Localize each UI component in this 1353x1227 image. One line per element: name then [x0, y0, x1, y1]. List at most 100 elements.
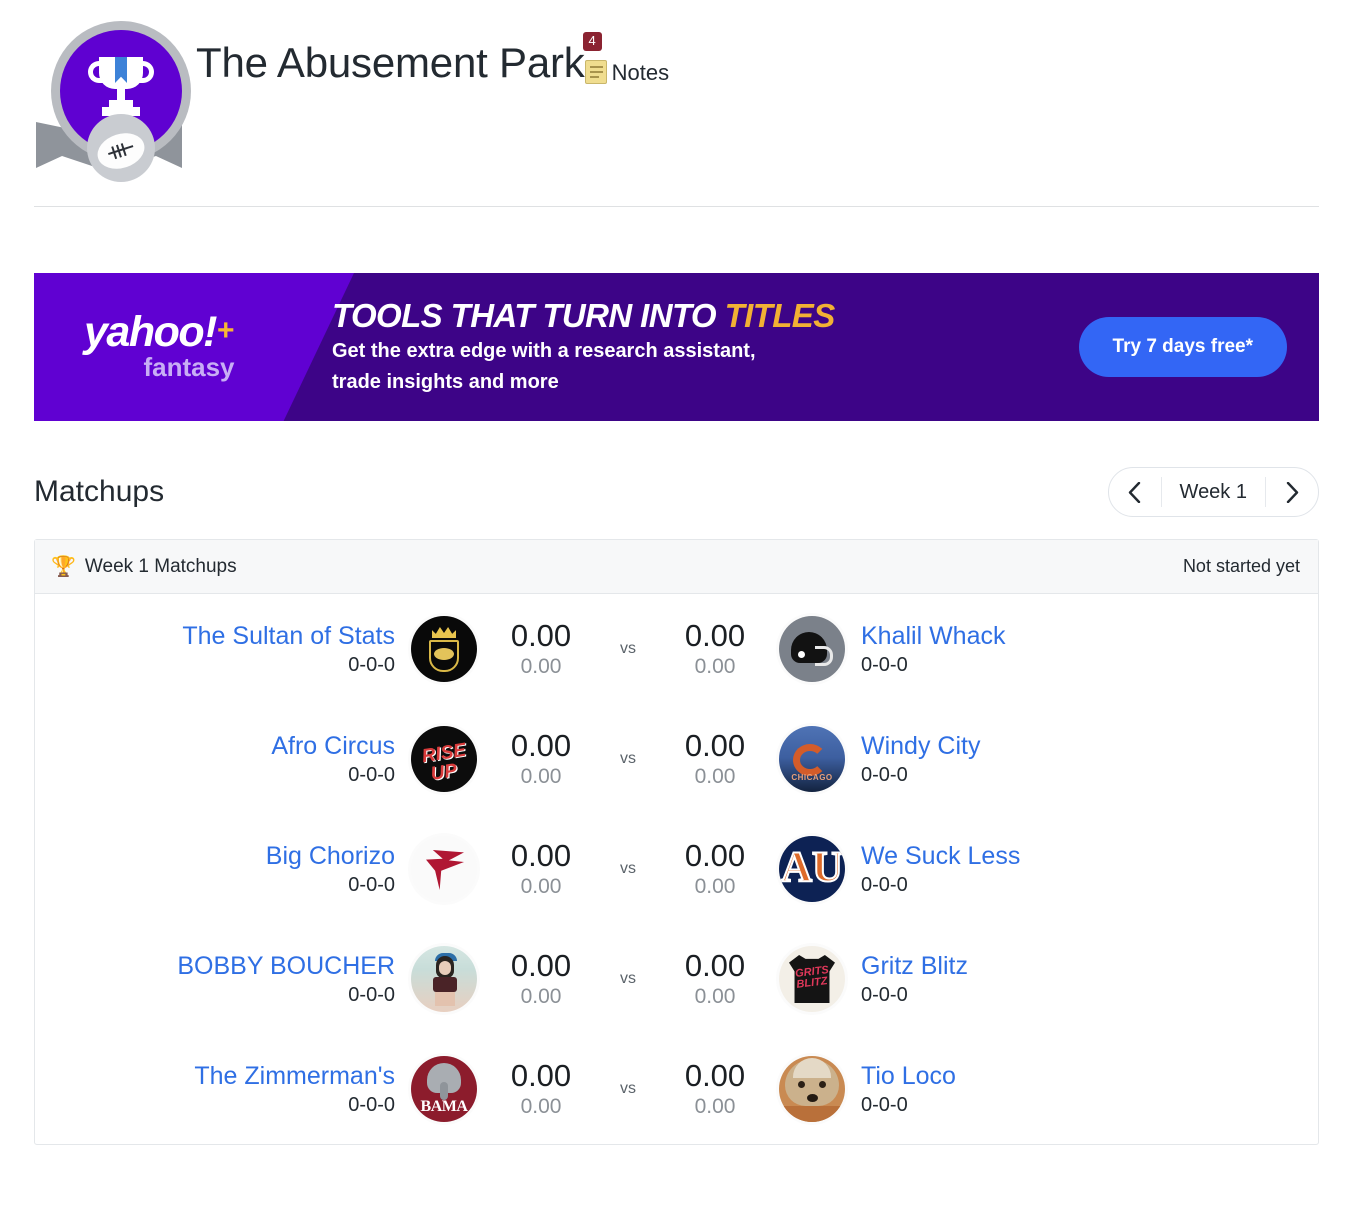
trophy-icon — [88, 57, 154, 119]
face-shape — [439, 961, 451, 975]
matchups-card-header: 🏆 Week 1 Matchups Not started yet — [35, 540, 1318, 594]
person-photo-avatar[interactable] — [411, 946, 477, 1012]
dog-eye-left — [798, 1081, 805, 1088]
table-row: The Sultan of Stats 0-0-0 0.00 0.00 vs 0… — [35, 594, 1318, 704]
bama-text: BAMA — [420, 1098, 468, 1115]
dog-head-top — [793, 1058, 831, 1078]
previous-week-button[interactable] — [1109, 468, 1161, 516]
right-score: 0.00 — [684, 947, 746, 983]
banner-subline-1: Get the extra edge with a research assis… — [332, 340, 756, 363]
right-projected-score: 0.00 — [694, 1095, 736, 1119]
left-score: 0.00 — [510, 947, 572, 983]
matchups-card: 🏆 Week 1 Matchups Not started yet The Su… — [34, 539, 1319, 1145]
alabama-crimson-tide-avatar[interactable]: BAMA — [411, 1056, 477, 1122]
banner-subline-2: trade insights and more — [332, 371, 559, 394]
current-week-label: Week 1 — [1160, 477, 1266, 507]
auburn-tigers-avatar[interactable]: AU — [779, 836, 845, 902]
right-score-column: 0.00 0.00 — [651, 838, 779, 899]
football-helmet-avatar[interactable] — [779, 616, 845, 682]
right-score: 0.00 — [684, 617, 746, 653]
dog-eye-right — [819, 1081, 826, 1088]
right-score: 0.00 — [684, 727, 746, 763]
right-score-column: 0.00 0.00 — [651, 617, 779, 679]
crown-shape — [432, 627, 456, 638]
vs-label: vs — [620, 860, 636, 877]
team-name-link[interactable]: The Zimmerman's — [194, 1061, 395, 1092]
left-score-column: 0.00 0.00 — [477, 727, 605, 789]
notes-label: Notes — [611, 60, 670, 85]
left-projected-score: 0.00 — [520, 765, 562, 789]
right-score-column: 0.00 0.00 — [651, 1057, 779, 1119]
notes-icon — [584, 60, 607, 84]
plus-icon: + — [216, 313, 235, 347]
trophy-badge-icon — [34, 12, 191, 184]
left-projected-score: 0.00 — [520, 1095, 562, 1119]
top-shape — [433, 977, 457, 992]
left-projected-score: 0.00 — [520, 655, 562, 679]
trophy-base-upper — [109, 100, 133, 107]
chevron-right-icon — [1286, 481, 1298, 503]
rise-up-avatar[interactable]: RISE UP — [411, 726, 477, 792]
right-score-column: 0.00 0.00 — [651, 947, 779, 1009]
bears-c-logo — [793, 744, 827, 776]
league-notes-button[interactable]: 4 Notes — [582, 32, 670, 86]
matchup-status-label: Not started yet — [1182, 556, 1300, 576]
right-projected-score: 0.00 — [694, 765, 736, 789]
matchup-left-team: The Zimmerman's 0-0-0 BAMA — [47, 1056, 477, 1122]
right-projected-score: 0.00 — [694, 985, 736, 1009]
yahoo-plus-promo-banner[interactable]: yahoo!+ fantasy TOOLS THAT TURN INTO TIT… — [34, 273, 1319, 421]
matchups-card-title: Week 1 Matchups — [84, 555, 237, 577]
team-record: 0-0-0 — [348, 1094, 395, 1117]
team-name-link[interactable]: The Sultan of Stats — [182, 621, 395, 652]
team-name-link[interactable]: Big Chorizo — [266, 841, 395, 872]
next-week-button[interactable] — [1266, 468, 1318, 516]
vs-label: vs — [620, 970, 636, 987]
team-name-link[interactable]: Khalil Whack — [861, 621, 1006, 652]
banner-headline-accent: TITLES — [724, 296, 836, 334]
matchups-toolbar: Matchups Week 1 — [0, 421, 1353, 517]
league-header: The Abusement Park 4 Notes — [0, 0, 1353, 206]
team-record: 0-0-0 — [348, 874, 395, 897]
notes-count-badge: 4 — [582, 32, 602, 51]
right-score-column: 0.00 0.00 — [651, 727, 779, 789]
team-record: 0-0-0 — [861, 764, 908, 787]
left-projected-score: 0.00 — [520, 985, 562, 1009]
try-free-button[interactable]: Try 7 days free* — [1078, 317, 1287, 377]
dog-photo-avatar[interactable] — [779, 1056, 845, 1122]
grits-blitz-shirt-avatar[interactable]: GRITS BLITZ — [779, 946, 845, 1012]
team-record: 0-0-0 — [861, 874, 908, 897]
team-name-link[interactable]: Afro Circus — [271, 731, 395, 762]
team-record: 0-0-0 — [348, 764, 395, 787]
matchup-right-team: Khalil Whack 0-0-0 — [779, 616, 1209, 682]
sultan-crown-shield-avatar[interactable] — [411, 616, 477, 682]
right-projected-score: 0.00 — [694, 875, 736, 899]
team-record: 0-0-0 — [861, 1094, 908, 1117]
chicago-bears-avatar[interactable]: CHICAGO — [779, 726, 845, 792]
left-score-column: 0.00 0.00 — [477, 837, 605, 899]
auburn-au-text: AU — [780, 844, 844, 891]
banner-headline-main: TOOLS THAT TURN INTO — [332, 296, 725, 334]
right-score: 0.00 — [684, 1057, 746, 1093]
vs-label: vs — [620, 640, 636, 657]
matchup-left-team: BOBBY BOUCHER 0-0-0 — [47, 946, 477, 1012]
left-score: 0.00 — [510, 1057, 572, 1093]
matchups-section-title: Matchups — [34, 475, 165, 508]
team-name-link[interactable]: Tio Loco — [861, 1061, 956, 1092]
football-shape — [434, 648, 454, 660]
page-title: The Abusement Park — [196, 39, 585, 86]
right-projected-score: 0.00 — [694, 655, 736, 679]
team-record: 0-0-0 — [348, 984, 395, 1007]
table-row: Big Chorizo 0-0-0 0.00 0.00 vs 0.00 0.00… — [35, 814, 1318, 924]
left-score: 0.00 — [510, 727, 572, 763]
team-name-link[interactable]: Windy City — [861, 731, 980, 762]
team-name-link[interactable]: We Suck Less — [861, 841, 1020, 872]
yahoo-fantasy-logo: yahoo!+ fantasy — [34, 311, 294, 383]
left-score: 0.00 — [510, 837, 572, 873]
team-record: 0-0-0 — [861, 654, 908, 677]
team-name-link[interactable]: BOBBY BOUCHER — [177, 951, 395, 982]
team-name-link[interactable]: Gritz Blitz — [861, 951, 968, 982]
atlanta-falcons-avatar[interactable] — [411, 836, 477, 902]
matchup-right-team: Tio Loco 0-0-0 — [779, 1056, 1209, 1122]
yahoo-wordmark: yahoo! — [84, 308, 217, 356]
banner-copy: TOOLS THAT TURN INTO TITLES Get the extr… — [332, 296, 1079, 396]
